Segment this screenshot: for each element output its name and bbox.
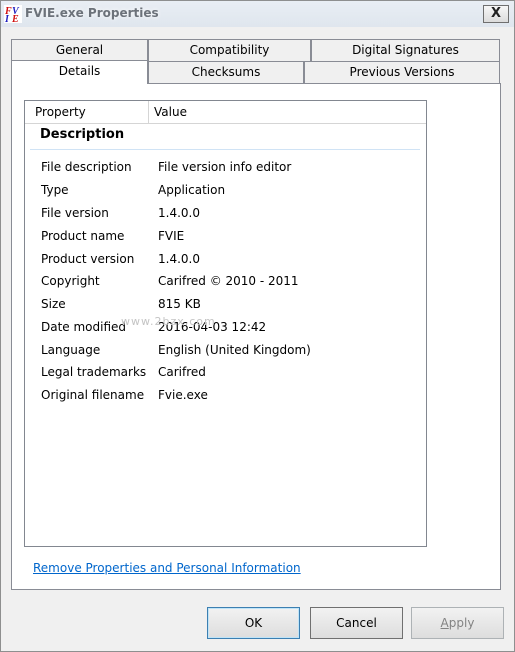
ok-button[interactable]: OK — [207, 607, 300, 639]
tab-general-label: General — [55, 43, 104, 57]
remove-properties-link[interactable]: Remove Properties and Personal Informati… — [33, 561, 301, 575]
tab-digital-signatures[interactable]: Digital Signatures — [311, 39, 500, 61]
property-name: Original filename — [41, 388, 145, 402]
tab-previous-versions[interactable]: Previous Versions — [304, 61, 500, 83]
cancel-button[interactable]: Cancel — [310, 607, 403, 639]
list-item[interactable]: Legal trademarks Carifred — [25, 361, 426, 383]
svg-text:E: E — [11, 14, 19, 23]
list-item[interactable]: File version 1.4.0.0 — [25, 202, 426, 224]
property-name: Type — [41, 183, 69, 197]
property-value: 1.4.0.0 — [158, 206, 200, 220]
tab-checksums-label: Checksums — [191, 65, 261, 79]
property-value: English (United Kingdom) — [158, 343, 311, 357]
list-item[interactable]: File description File version info edito… — [25, 156, 426, 178]
list-item[interactable]: Copyright Carifred © 2010 - 2011 — [25, 270, 426, 292]
details-list[interactable]: Property Value Description File descript… — [24, 100, 427, 547]
list-item[interactable]: Product name FVIE — [25, 225, 426, 247]
property-value: File version info editor — [158, 160, 292, 174]
list-item[interactable]: Language English (United Kingdom) — [25, 339, 426, 361]
property-name: File version — [41, 206, 109, 220]
property-value: Application — [158, 183, 226, 197]
property-value: Carifred © 2010 - 2011 — [158, 274, 299, 288]
property-value: 1.4.0.0 — [158, 252, 200, 266]
close-icon: X — [490, 6, 502, 21]
group-header-description[interactable]: Description — [30, 123, 420, 150]
tab-details-label: Details — [58, 64, 101, 78]
apply-label-rest: pply — [448, 616, 475, 630]
list-item[interactable]: Date modified 2016-04-03 12:42 — [25, 316, 426, 338]
property-name: File description — [41, 160, 132, 174]
property-name: Product version — [41, 252, 135, 266]
property-value: 815 KB — [158, 297, 201, 311]
property-name: Copyright — [41, 274, 100, 288]
window-title: FVIE.exe Properties — [25, 6, 159, 20]
property-name: Legal trademarks — [41, 365, 147, 379]
property-name: Product name — [41, 229, 125, 243]
list-header: Property Value — [25, 101, 426, 124]
group-label: Description — [40, 127, 125, 142]
property-value: FVIE — [158, 229, 185, 243]
property-name: Date modified — [41, 320, 127, 334]
tab-digital-signatures-label: Digital Signatures — [352, 43, 459, 57]
tab-general[interactable]: General — [11, 39, 148, 61]
list-item[interactable]: Product version 1.4.0.0 — [25, 248, 426, 270]
close-button[interactable]: X — [483, 5, 509, 23]
tab-compatibility[interactable]: Compatibility — [148, 39, 311, 61]
title-bar: F V I E FVIE.exe Properties X — [1, 1, 514, 27]
property-value: Fvie.exe — [158, 388, 208, 402]
list-item[interactable]: Type Application — [25, 179, 426, 201]
tab-previous-versions-label: Previous Versions — [349, 65, 455, 79]
property-value: Carifred — [158, 365, 206, 379]
apply-button[interactable]: Apply — [411, 607, 504, 639]
property-name: Size — [41, 297, 66, 311]
list-item[interactable]: Original filename Fvie.exe — [25, 384, 426, 406]
tab-checksums[interactable]: Checksums — [148, 61, 304, 83]
tab-details[interactable]: Details — [11, 60, 148, 84]
column-header-property[interactable]: Property — [30, 101, 149, 123]
apply-access-key: A — [440, 616, 449, 630]
watermark-text: www.2bzx.com — [121, 315, 216, 328]
properties-dialog: F V I E FVIE.exe Properties X General Co… — [0, 0, 515, 652]
app-icon: F V I E — [4, 5, 22, 23]
tab-compatibility-label: Compatibility — [189, 43, 270, 57]
column-header-value[interactable]: Value — [149, 101, 426, 123]
property-name: Language — [41, 343, 101, 357]
list-item[interactable]: Size 815 KB — [25, 293, 426, 315]
